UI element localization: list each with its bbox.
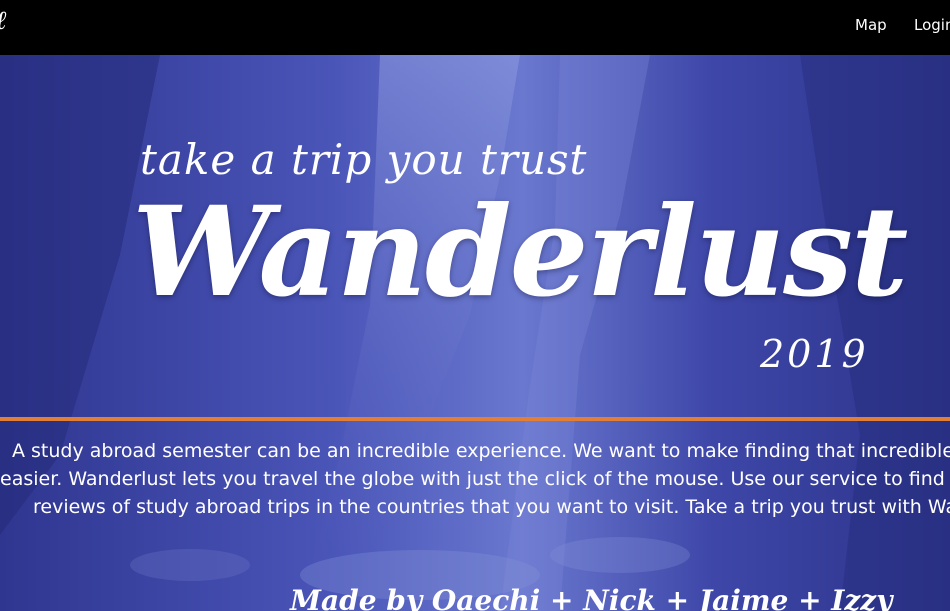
hero-year: 2019 (760, 332, 869, 376)
orange-divider (0, 417, 950, 421)
hero-tagline: take a trip you trust (140, 135, 588, 184)
brand-logo[interactable]: ℓ (0, 6, 7, 36)
hero-title: Wanderlust (132, 180, 908, 325)
hero-section: take a trip you trust Wanderlust 2019 A … (0, 55, 950, 611)
description-line: easier. Wanderlust lets you travel the g… (0, 468, 950, 490)
navbar: ℓ Map Login (0, 0, 950, 55)
description-line: A study abroad semester can be an incred… (12, 440, 950, 462)
nav-link-login[interactable]: Login (914, 15, 950, 35)
page: ℓ Map Login (0, 0, 950, 611)
description-line: reviews of study abroad trips in the cou… (33, 496, 950, 518)
hero-credits: Made by Oaechi + Nick + Jaime + Izzy (290, 584, 893, 611)
nav-link-map[interactable]: Map (855, 15, 887, 35)
